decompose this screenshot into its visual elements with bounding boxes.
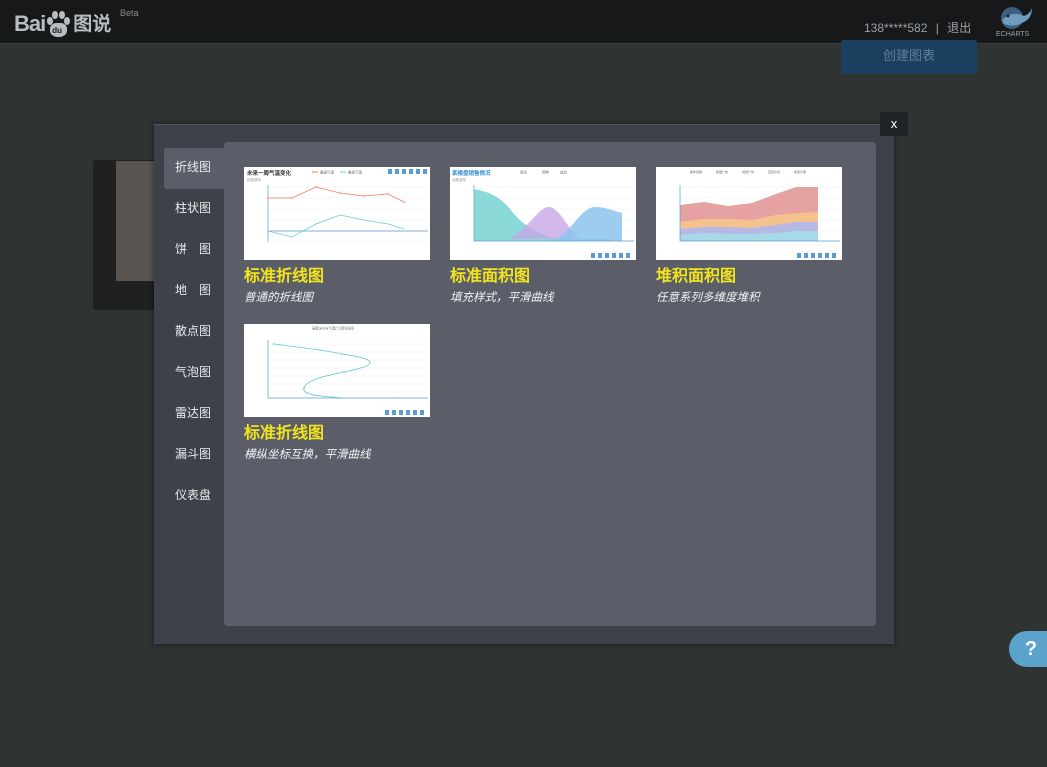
- logo-tushuo-text: 图说: [73, 13, 112, 35]
- area-chart-thumbnail: 某楼盘销售情况 纯属虚构 意向 预购 成交: [452, 169, 634, 258]
- background-thumbnail: [116, 161, 156, 281]
- top-bar: Bai du 图说 Beta 138*****582 | 退出 ECHARTS: [0, 0, 1047, 44]
- template-title[interactable]: 标准面积图: [450, 266, 638, 286]
- tab-line[interactable]: 折线图: [164, 148, 224, 189]
- tab-radar[interactable]: 雷达图: [164, 394, 224, 435]
- template-card-swapped-line[interactable]: 高度(km)与气温(°C)变化关系 标准折线图 横纵坐标互换，平滑曲线: [244, 324, 432, 462]
- thumb-legend: 高度(km)与气温(°C)变化关系: [312, 326, 355, 331]
- tab-funnel[interactable]: 漏斗图: [164, 435, 224, 476]
- tab-bar[interactable]: 柱状图: [164, 189, 224, 230]
- logout-link[interactable]: 退出: [947, 21, 971, 35]
- echarts-whale-icon: [1001, 7, 1032, 29]
- tab-pie[interactable]: 饼 图: [164, 230, 224, 271]
- template-description: 普通的折线图: [244, 290, 313, 304]
- thumb-title: 某楼盘销售情况: [452, 169, 491, 177]
- user-phone[interactable]: 138*****582: [864, 21, 927, 35]
- chart-template-panel: 未来一周气温变化 纯属虚构 最高气温 最低气温 标准折线图 普通的折线图 某楼盘…: [224, 142, 876, 626]
- create-chart-button[interactable]: 创建图表: [841, 40, 977, 74]
- template-title[interactable]: 堆积面积图: [656, 266, 844, 286]
- beta-badge: Beta: [120, 8, 139, 18]
- thumb-title: 未来一周气温变化: [246, 169, 292, 177]
- thumb-legend: 成交: [560, 170, 568, 175]
- tab-scatter[interactable]: 散点图: [164, 312, 224, 353]
- template-title[interactable]: 标准折线图: [244, 266, 432, 286]
- template-thumbnail[interactable]: 高度(km)与气温(°C)变化关系: [244, 324, 430, 417]
- template-thumbnail[interactable]: 邮件营销 联盟广告 视频广告 直接访问 搜索引擎: [656, 167, 842, 260]
- chart-type-tabs: 折线图 柱状图 饼 图 地 图 散点图 气泡图 雷达图 漏斗图 仪表盘: [164, 148, 224, 517]
- tab-map[interactable]: 地 图: [164, 271, 224, 312]
- baidu-paw-icon: du: [46, 11, 71, 39]
- user-info: 138*****582 | 退出: [864, 19, 971, 36]
- thumb-legend: 邮件营销: [690, 169, 702, 174]
- template-card-standard-line[interactable]: 未来一周气温变化 纯属虚构 最高气温 最低气温 标准折线图 普通的折线图: [244, 167, 432, 305]
- line-chart-thumbnail: 未来一周气温变化 纯属虚构 最高气温 最低气温: [246, 169, 428, 243]
- thumb-subtitle: 纯属虚构: [247, 177, 261, 182]
- thumb-legend: 最高气温: [320, 170, 334, 175]
- help-button[interactable]: ?: [1009, 631, 1047, 667]
- template-card-stacked-area[interactable]: 邮件营销 联盟广告 视频广告 直接访问 搜索引擎 堆积面积图 任意系列多维度堆积: [656, 167, 844, 305]
- echarts-logo[interactable]: ECHARTS: [994, 4, 1034, 42]
- thumb-legend: 最低气温: [348, 170, 362, 175]
- modal-close-button[interactable]: x: [880, 112, 908, 136]
- thumb-legend: 搜索引擎: [794, 169, 806, 174]
- template-thumbnail[interactable]: 未来一周气温变化 纯属虚构 最高气温 最低气温: [244, 167, 430, 260]
- thumb-legend: 视频广告: [742, 169, 754, 174]
- thumb-legend: 预购: [542, 170, 550, 175]
- tab-gauge[interactable]: 仪表盘: [164, 476, 224, 517]
- thumb-legend: 意向: [520, 170, 528, 175]
- thumb-legend: 直接访问: [768, 169, 780, 174]
- user-separator: |: [935, 21, 939, 35]
- logo-bai-text: Bai: [14, 11, 46, 36]
- swapped-line-thumbnail: 高度(km)与气温(°C)变化关系: [267, 326, 428, 415]
- echarts-label: ECHARTS: [996, 31, 1030, 38]
- logo-du-text: du: [52, 26, 63, 35]
- background-dashboard-card: [93, 160, 163, 310]
- stacked-area-thumbnail: 邮件营销 联盟广告 视频广告 直接访问 搜索引擎: [679, 169, 840, 258]
- template-description: 填充样式，平滑曲线: [450, 290, 554, 304]
- tab-bubble[interactable]: 气泡图: [164, 353, 224, 394]
- template-description: 任意系列多维度堆积: [656, 290, 760, 304]
- template-description: 横纵坐标互换，平滑曲线: [244, 447, 371, 461]
- thumb-legend: 联盟广告: [716, 169, 728, 174]
- template-thumbnail[interactable]: 某楼盘销售情况 纯属虚构 意向 预购 成交: [450, 167, 636, 260]
- thumb-subtitle: 纯属虚构: [452, 177, 466, 182]
- template-card-standard-area[interactable]: 某楼盘销售情况 纯属虚构 意向 预购 成交 标准面积图 填充样式，平滑曲线: [450, 167, 638, 305]
- baidu-tushuo-logo[interactable]: Bai du 图说 Beta: [14, 7, 139, 39]
- template-title[interactable]: 标准折线图: [244, 423, 432, 443]
